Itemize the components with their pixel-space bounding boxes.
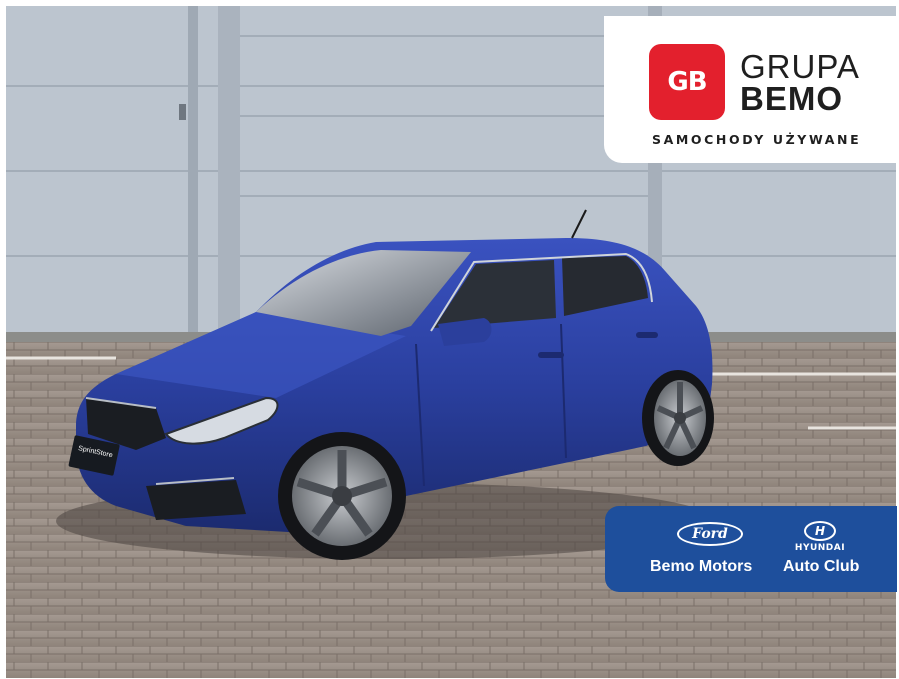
hyundai-logo-icon: H — [804, 521, 836, 541]
front-wheel — [278, 432, 406, 560]
hyundai-wordmark: HYUNDAI — [794, 543, 846, 553]
dealer-brand-panel: Ford H HYUNDAI Bemo Motors Auto Club — [605, 506, 897, 592]
gb-logo-icon: GB — [649, 44, 725, 120]
dealer-name-auto-club: Auto Club — [783, 558, 860, 575]
gb-subtitle: SAMOCHODY UŻYWANE — [652, 132, 862, 147]
dealer-name-bemo-motors: Bemo Motors — [650, 558, 753, 575]
ford-logo-icon: Ford — [677, 522, 743, 546]
door-handle — [538, 352, 564, 358]
rear-wheel — [642, 370, 714, 466]
grupa-bemo-badge: GB GRUPA BEMO SAMOCHODY UŻYWANE — [604, 16, 896, 163]
door-handle — [636, 332, 658, 338]
wall-pillar — [218, 6, 240, 336]
lower-intake — [146, 480, 246, 520]
gb-brand-line2: BEMO — [740, 80, 843, 117]
wall-pillar — [188, 6, 198, 336]
wall-socket — [179, 104, 186, 120]
gb-brand-line1: GRUPA — [740, 48, 860, 85]
